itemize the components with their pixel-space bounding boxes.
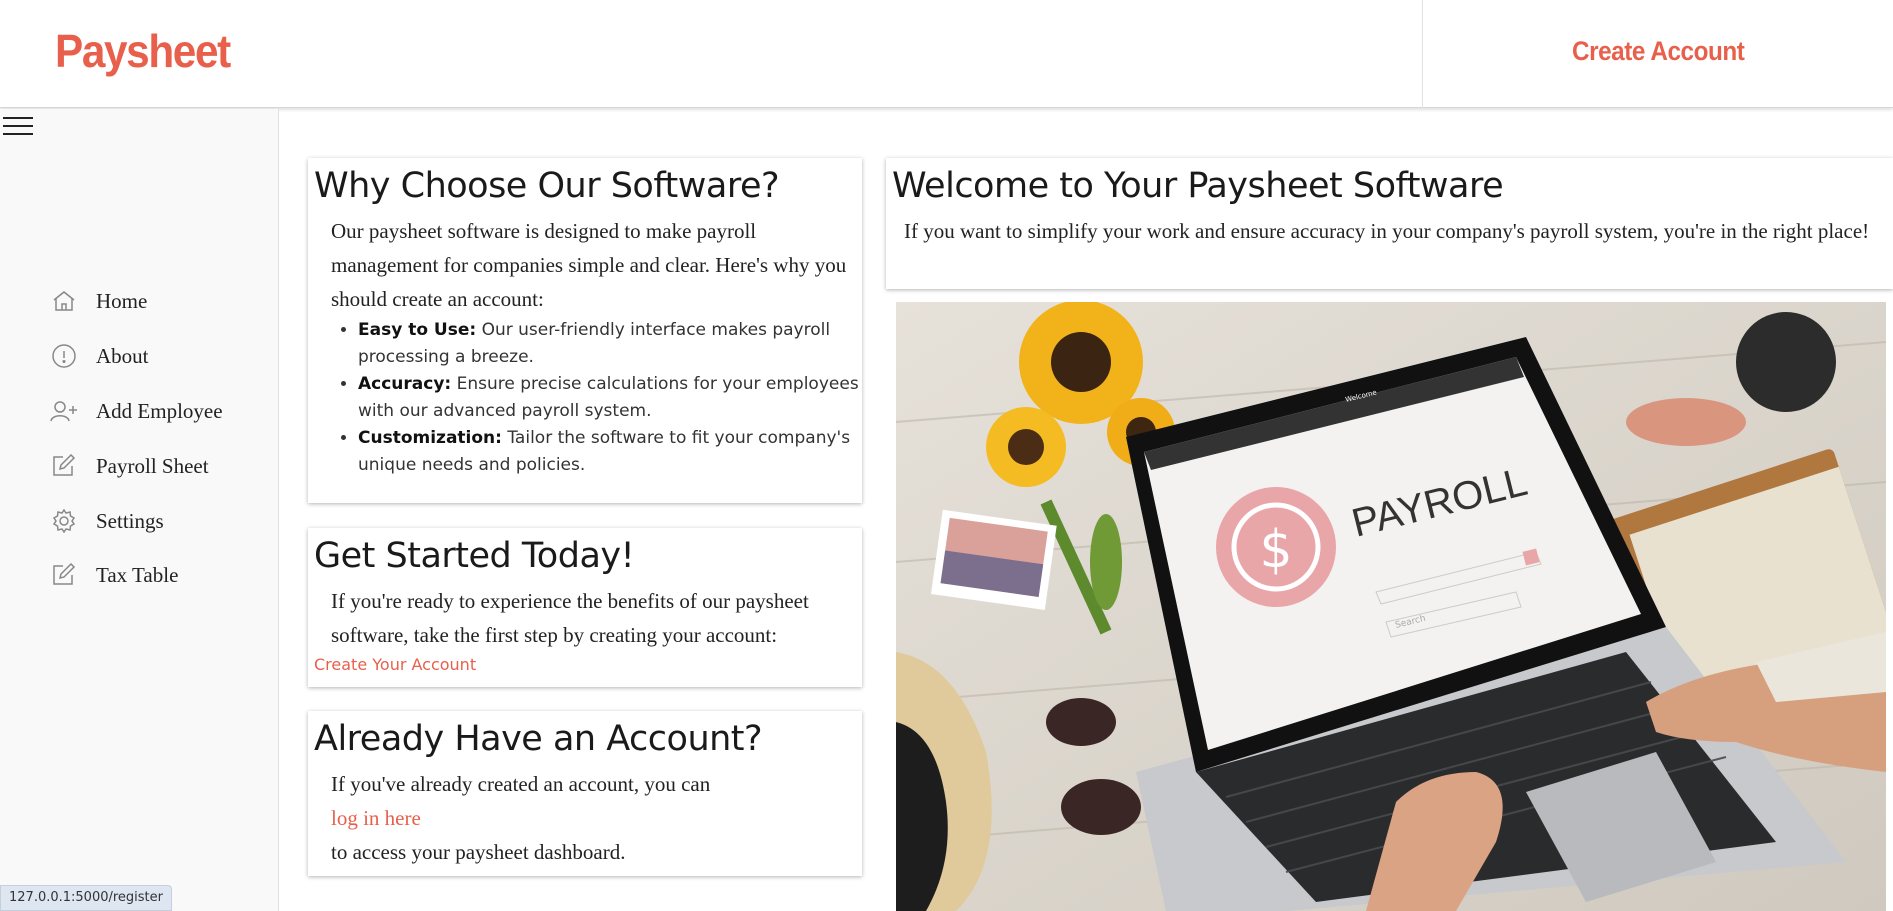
welcome-card: Welcome to Your Paysheet Software If you…	[886, 158, 1893, 289]
feature-list: Easy to Use: Our user-friendly interface…	[308, 317, 860, 479]
sidebar-item-payroll-sheet[interactable]: Payroll Sheet	[50, 448, 209, 484]
list-item: Accuracy: Ensure precise calculations fo…	[358, 371, 860, 425]
gear-icon	[50, 507, 78, 535]
why-choose-title: Why Choose Our Software?	[314, 166, 780, 206]
sidebar-item-label: Payroll Sheet	[96, 453, 209, 478]
list-item: Customization: Tailor the software to fi…	[358, 425, 860, 479]
dollar-icon: $	[1259, 520, 1292, 580]
sidebar-item-label: Tax Table	[96, 562, 179, 587]
welcome-title: Welcome to Your Paysheet Software	[892, 166, 1504, 206]
already-account-card: Already Have an Account? If you've alrea…	[308, 711, 862, 876]
already-account-text: If you've already created an account, yo…	[331, 772, 711, 796]
sidebar-item-settings[interactable]: Settings	[50, 503, 164, 539]
sidebar-item-home[interactable]: Home	[50, 283, 147, 319]
sidebar-item-about[interactable]: About	[50, 338, 149, 374]
get-started-text: If you're ready to experience the benefi…	[331, 589, 809, 647]
why-choose-card: Why Choose Our Software? Our paysheet so…	[308, 158, 862, 503]
get-started-card: Get Started Today! If you're ready to ex…	[308, 528, 862, 687]
sidebar-item-label: Settings	[96, 508, 164, 533]
sidebar-item-label: Home	[96, 288, 148, 313]
create-your-account-link[interactable]: Create Your Account	[314, 655, 476, 674]
why-choose-intro: Our paysheet software is designed to mak…	[331, 219, 847, 311]
sidebar-item-tax-table[interactable]: Tax Table	[50, 557, 178, 593]
create-account-link[interactable]: Create Account	[1572, 36, 1745, 67]
info-icon	[50, 342, 78, 370]
login-link[interactable]: log in here	[331, 801, 421, 835]
get-started-title: Get Started Today!	[314, 536, 635, 576]
home-icon	[50, 287, 78, 315]
list-item: Easy to Use: Our user-friendly interface…	[358, 317, 860, 371]
edit-icon	[50, 561, 78, 589]
menu-toggle-icon[interactable]	[3, 117, 33, 139]
welcome-text: If you want to simplify your work and en…	[904, 219, 1870, 243]
laptop-payroll-illustration: $ PAYROLL Search Welcome	[896, 302, 1886, 911]
already-account-title: Already Have an Account?	[314, 719, 763, 759]
header-divider	[1422, 0, 1423, 108]
sidebar-item-add-employee[interactable]: Add Employee	[50, 393, 223, 429]
hero-image: $ PAYROLL Search Welcome	[896, 302, 1886, 911]
add-user-icon	[50, 397, 78, 425]
already-account-text-2: to access your paysheet dashboard.	[331, 840, 626, 864]
sidebar-item-label: About	[96, 343, 149, 368]
top-header: Paysheet Create Account	[0, 0, 1893, 108]
sidebar-item-label: Add Employee	[96, 398, 223, 423]
sidebar: Home About Add Employee Payroll Sheet Se…	[0, 109, 279, 911]
app-logo[interactable]: Paysheet	[55, 24, 231, 78]
status-bar-url: 127.0.0.1:5000/register	[0, 885, 173, 911]
edit-icon	[50, 452, 78, 480]
